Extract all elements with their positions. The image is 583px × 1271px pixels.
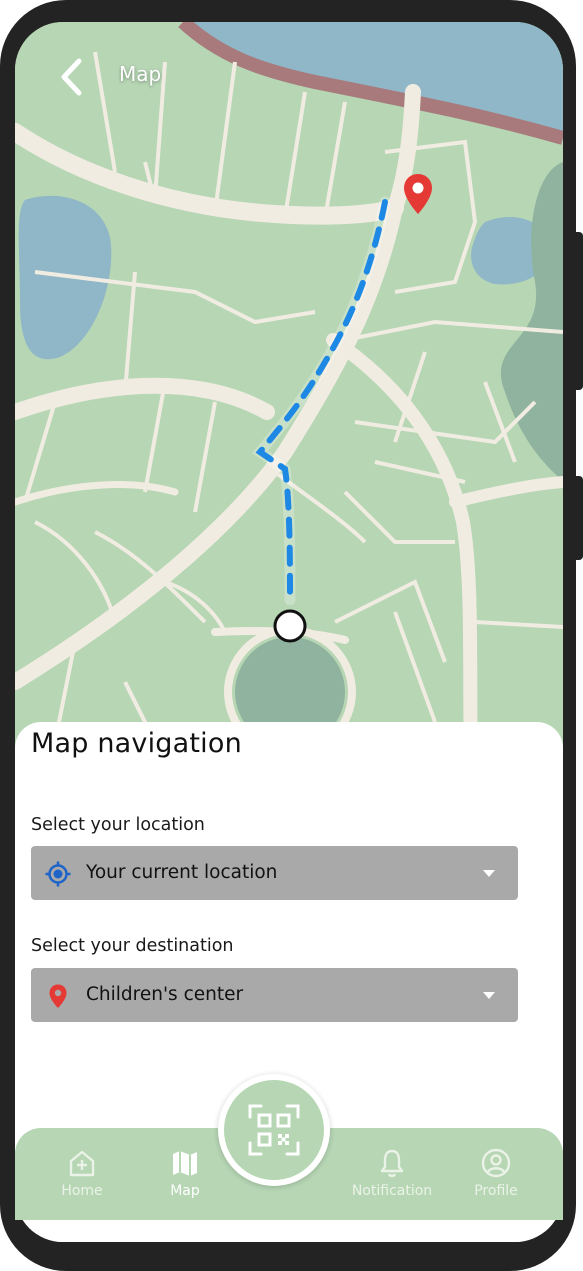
nav-label-map: Map — [170, 1183, 200, 1199]
nav-label-home: Home — [61, 1183, 103, 1199]
map-view[interactable] — [15, 22, 563, 762]
nav-item-map[interactable]: Map — [145, 1148, 225, 1199]
power-button — [574, 476, 583, 560]
crosshair-location-icon — [45, 861, 71, 887]
chevron-down-icon — [483, 992, 495, 999]
screen: Map — [15, 22, 563, 1242]
map-canvas — [15, 22, 563, 762]
destination-select[interactable]: Children's center — [31, 968, 518, 1022]
qr-code-icon — [248, 1104, 300, 1156]
location-label: Select your location — [31, 815, 205, 835]
home-plus-icon — [69, 1150, 95, 1177]
sheet-title: Map navigation — [31, 728, 242, 759]
destination-pin-icon[interactable] — [402, 172, 434, 216]
volume-button — [574, 232, 583, 390]
user-circle-icon — [481, 1148, 511, 1178]
nav-label-profile: Profile — [474, 1183, 518, 1199]
chevron-down-icon — [483, 870, 495, 877]
destination-label: Select your destination — [31, 936, 234, 956]
nav-item-notification[interactable]: Notification — [342, 1148, 442, 1199]
map-icon — [173, 1151, 197, 1176]
nav-label-notification: Notification — [351, 1183, 433, 1199]
bell-icon — [380, 1149, 404, 1178]
nav-item-profile[interactable]: Profile — [456, 1148, 536, 1199]
scan-qr-button[interactable] — [224, 1080, 324, 1180]
chevron-left-icon — [61, 58, 82, 96]
location-select[interactable]: Your current location — [31, 846, 518, 900]
map-pin-icon — [49, 984, 67, 1008]
page-title: Map — [119, 62, 162, 86]
back-button[interactable] — [53, 56, 89, 98]
nav-item-home[interactable]: Home — [42, 1148, 122, 1199]
destination-value: Children's center — [86, 984, 244, 1005]
location-value: Your current location — [86, 862, 278, 883]
current-location-dot — [273, 609, 307, 643]
